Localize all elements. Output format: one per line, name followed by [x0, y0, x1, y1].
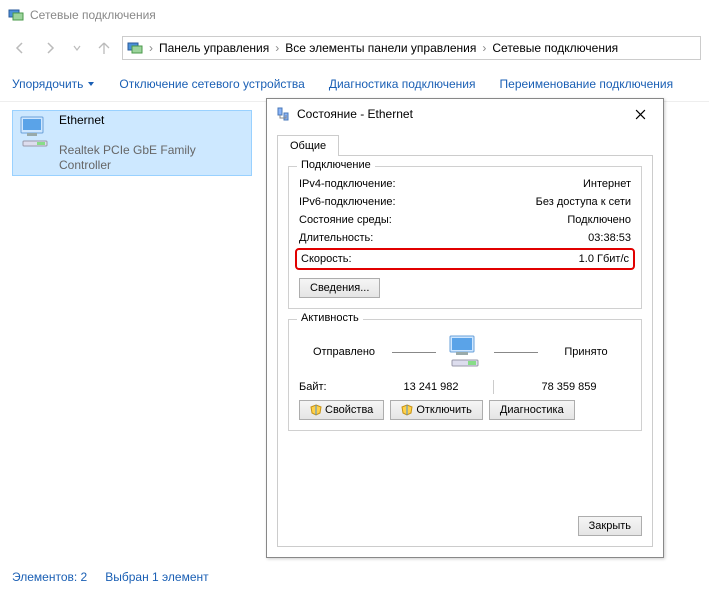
tab-strip: Общие: [277, 135, 653, 156]
media-label: Состояние среды:: [299, 211, 392, 229]
tab-general[interactable]: Общие: [277, 135, 339, 156]
ipv4-label: IPv4-подключение:: [299, 175, 396, 193]
command-bar: Упорядочить Отключение сетевого устройст…: [0, 66, 709, 102]
window-title: Сетевые подключения: [30, 8, 156, 22]
ipv6-label: IPv6-подключение:: [299, 193, 396, 211]
forward-button[interactable]: [38, 36, 62, 60]
details-button[interactable]: Сведения...: [299, 278, 380, 298]
bytes-recv-value: 78 359 859: [507, 381, 631, 393]
breadcrumb-item[interactable]: Сетевые подключения: [492, 41, 618, 55]
adapter-item-ethernet[interactable]: Ethernet Realtek PCIe GbE Family Control…: [12, 110, 252, 176]
window-titlebar: Сетевые подключения: [0, 0, 709, 30]
speed-value: 1.0 Гбит/с: [579, 250, 629, 268]
status-dialog: Состояние - Ethernet Общие Подключение I…: [266, 98, 664, 558]
activity-group-title: Активность: [297, 312, 363, 324]
back-button[interactable]: [8, 36, 32, 60]
disable-button[interactable]: Отключить: [390, 400, 483, 420]
properties-label: Свойства: [325, 404, 373, 416]
breadcrumb-sep: ›: [147, 41, 155, 55]
duration-value: 03:38:53: [588, 229, 631, 247]
close-button[interactable]: [625, 104, 655, 124]
speed-row-highlighted: Скорость: 1.0 Гбит/с: [295, 248, 635, 270]
status-bar: Элементов: 2 Выбран 1 элемент: [0, 563, 709, 591]
activity-visual: Отправлено Принято: [299, 334, 631, 370]
received-label: Принято: [546, 346, 626, 358]
recent-dropdown[interactable]: [68, 36, 86, 60]
network-connections-icon: [8, 7, 24, 23]
adapter-network: [59, 128, 247, 143]
activity-buttons: Свойства Отключить Диагностика: [299, 400, 631, 420]
dialog-body: Общие Подключение IPv4-подключение: Инте…: [267, 129, 663, 557]
dash-left: [392, 352, 436, 353]
organize-menu[interactable]: Упорядочить: [12, 77, 95, 91]
media-row: Состояние среды: Подключено: [299, 211, 631, 229]
rename-button[interactable]: Переименование подключения: [500, 77, 674, 91]
selection-count: Выбран 1 элемент: [105, 570, 208, 584]
bytes-divider: [493, 380, 507, 394]
adapter-description: Realtek PCIe GbE Family Controller: [59, 143, 247, 173]
diagnose-button[interactable]: Диагностика: [489, 400, 575, 420]
ipv4-value: Интернет: [583, 175, 631, 193]
disable-label: Отключить: [416, 404, 472, 416]
duration-label: Длительность:: [299, 229, 373, 247]
connection-group-title: Подключение: [297, 159, 375, 171]
ethernet-adapter-icon: [17, 113, 53, 149]
breadcrumb-item[interactable]: Все элементы панели управления: [285, 41, 476, 55]
organize-label: Упорядочить: [12, 77, 83, 91]
sent-label: Отправлено: [304, 346, 384, 358]
speed-label: Скорость:: [301, 250, 352, 268]
breadcrumb[interactable]: › Панель управления › Все элементы панел…: [122, 36, 701, 60]
bytes-sent-value: 13 241 982: [369, 381, 493, 393]
dialog-titlebar[interactable]: Состояние - Ethernet: [267, 99, 663, 129]
item-count: Элементов: 2: [12, 570, 87, 584]
breadcrumb-item[interactable]: Панель управления: [159, 41, 269, 55]
adapter-name: Ethernet: [59, 113, 247, 128]
up-button[interactable]: [92, 36, 116, 60]
ipv6-value: Без доступа к сети: [536, 193, 631, 211]
navigation-bar: › Панель управления › Все элементы панел…: [0, 30, 709, 66]
ipv6-row: IPv6-подключение: Без доступа к сети: [299, 193, 631, 211]
chevron-down-icon: [87, 80, 95, 88]
media-value: Подключено: [567, 211, 631, 229]
properties-button[interactable]: Свойства: [299, 400, 384, 420]
network-folder-icon: [127, 40, 143, 56]
bytes-label: Байт:: [299, 381, 369, 393]
shield-icon: [401, 404, 413, 416]
disable-device-button[interactable]: Отключение сетевого устройства: [119, 77, 304, 91]
breadcrumb-sep: ›: [480, 41, 488, 55]
adapter-text: Ethernet Realtek PCIe GbE Family Control…: [59, 113, 247, 173]
close-icon: [635, 109, 646, 120]
diagnose-button[interactable]: Диагностика подключения: [329, 77, 476, 91]
close-dialog-button[interactable]: Закрыть: [578, 516, 642, 536]
duration-row: Длительность: 03:38:53: [299, 229, 631, 247]
shield-icon: [310, 404, 322, 416]
connection-icon: [275, 106, 291, 122]
tab-panel-general: Подключение IPv4-подключение: Интернет I…: [277, 156, 653, 547]
ipv4-row: IPv4-подключение: Интернет: [299, 175, 631, 193]
activity-computer-icon: [444, 334, 486, 370]
dialog-footer: Закрыть: [288, 506, 642, 536]
breadcrumb-sep: ›: [273, 41, 281, 55]
bytes-row: Байт: 13 241 982 78 359 859: [299, 380, 631, 394]
connection-group: Подключение IPv4-подключение: Интернет I…: [288, 166, 642, 309]
dialog-title: Состояние - Ethernet: [297, 107, 413, 121]
dash-right: [494, 352, 538, 353]
activity-group: Активность Отправлено Принято Байт: 13 2…: [288, 319, 642, 431]
